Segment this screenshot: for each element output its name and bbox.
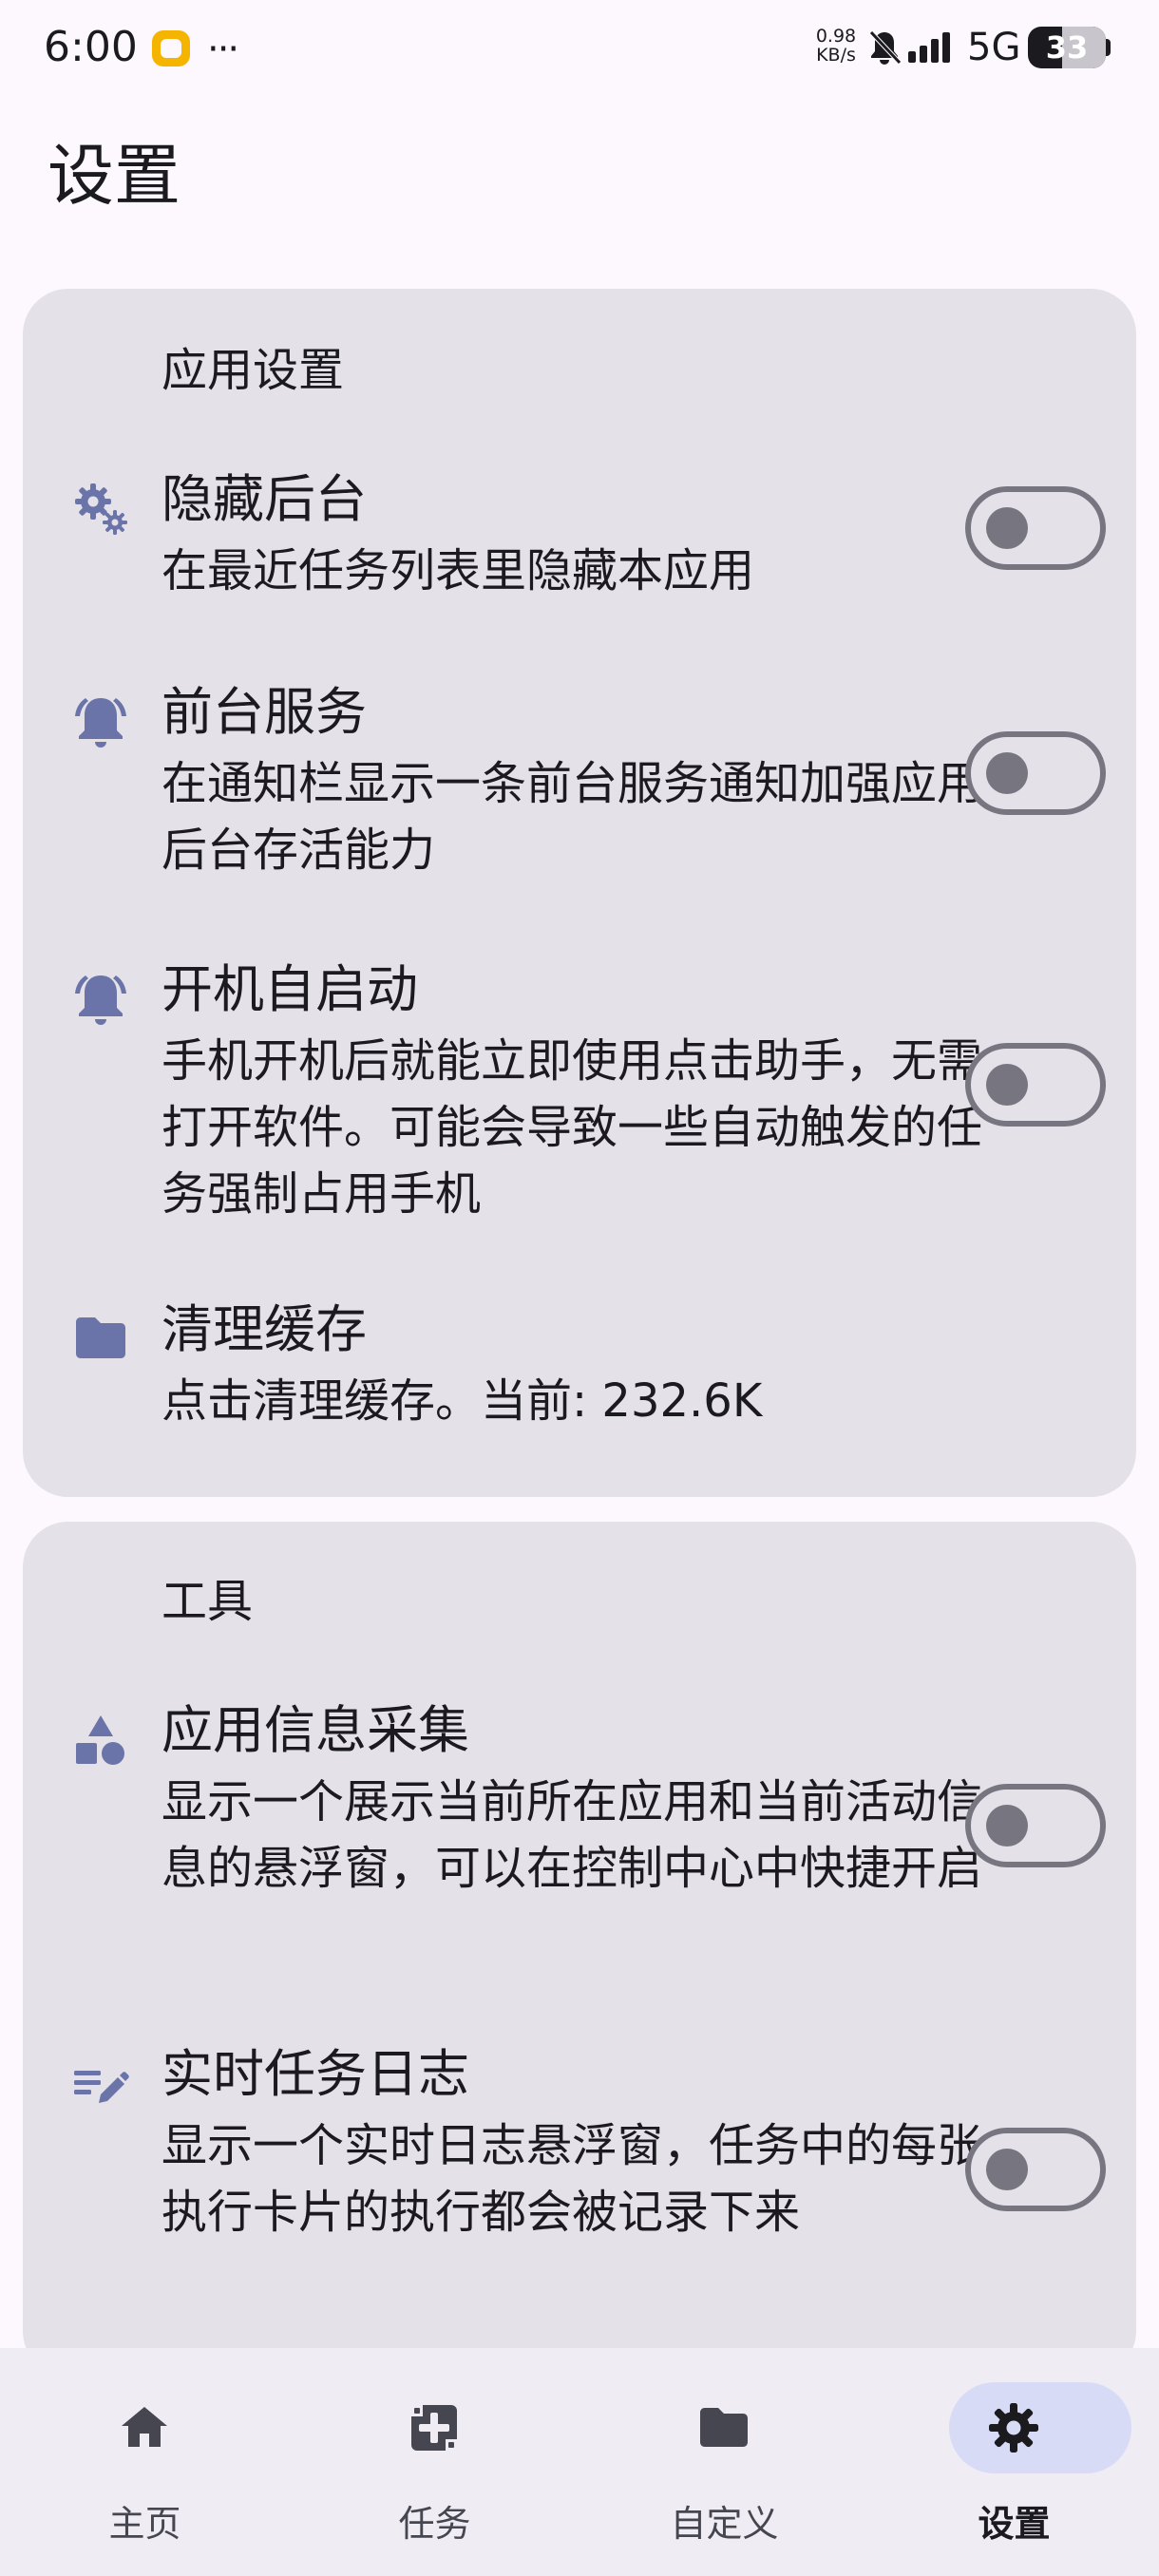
nav-label: 设置 bbox=[978, 2503, 1051, 2545]
setting-description: 手机开机后就能立即使用点击助手，无需打开软件。可能会导致一些自动触发的任务强制占… bbox=[162, 1034, 983, 1221]
battery-icon: 33 bbox=[1028, 27, 1106, 68]
section-title-app-settings: 应用设置 bbox=[162, 344, 345, 397]
nav-label: 主页 bbox=[108, 2503, 181, 2545]
nav-home[interactable]: 主页 bbox=[0, 2348, 290, 2576]
battery-level: 33 bbox=[1045, 29, 1089, 66]
home-icon bbox=[116, 2399, 173, 2456]
network-type: 5G bbox=[967, 26, 1021, 69]
setting-description: 显示一个实时日志悬浮窗，任务中的每张执行卡片的执行都会被记录下来 bbox=[162, 2119, 983, 2239]
setting-title: 开机自启动 bbox=[162, 959, 418, 1019]
nav-settings[interactable]: 设置 bbox=[869, 2348, 1159, 2576]
foreground-service-toggle[interactable] bbox=[965, 731, 1106, 815]
more-notifications-icon: ··· bbox=[207, 28, 239, 71]
nav-label: 自定义 bbox=[670, 2503, 779, 2545]
setting-clear-cache[interactable]: 清理缓存 点击清理缓存。当前: 232.6K bbox=[23, 1296, 1136, 1448]
folder-icon bbox=[70, 1309, 131, 1370]
toggle-knob bbox=[986, 752, 1028, 794]
network-speed-unit: KB/s bbox=[816, 45, 856, 66]
edit-note-icon bbox=[70, 2054, 131, 2114]
toggle-knob bbox=[986, 1805, 1028, 1847]
network-speed: 0.98 KB/s bbox=[809, 27, 863, 65]
notification-app-icon bbox=[152, 30, 190, 66]
status-bar: 6:00 ··· 0.98 KB/s 5G 33 bbox=[0, 0, 1159, 95]
setting-description: 在最近任务列表里隐藏本应用 bbox=[162, 544, 755, 597]
setting-description: 点击清理缓存。当前: 232.6K bbox=[162, 1374, 763, 1428]
setting-description: 显示一个展示当前所在应用和当前活动信息的悬浮窗，可以在控制中心中快捷开启 bbox=[162, 1775, 983, 1895]
bell-off-icon bbox=[867, 28, 902, 66]
app-info-collection-toggle[interactable] bbox=[965, 1784, 1106, 1867]
signal-strength-icon bbox=[906, 28, 956, 66]
toggle-knob bbox=[986, 2149, 1028, 2190]
app-settings-card: 应用设置 隐藏后台 在最近任务列表里隐藏本应用 前台服务 在通知栏显示一条前台服… bbox=[23, 289, 1136, 1497]
bell-icon bbox=[70, 969, 131, 1030]
nav-custom[interactable]: 自定义 bbox=[580, 2348, 869, 2576]
network-speed-value: 0.98 bbox=[815, 26, 857, 47]
folder-icon bbox=[695, 2399, 752, 2456]
setting-title: 隐藏后台 bbox=[162, 469, 367, 529]
settings-icon bbox=[985, 2399, 1042, 2456]
nav-label: 任务 bbox=[398, 2503, 471, 2545]
realtime-task-log-toggle[interactable] bbox=[965, 2128, 1106, 2211]
bottom-navigation: 主页 任务 自定义 设置 bbox=[0, 2348, 1159, 2576]
setting-title: 前台服务 bbox=[162, 682, 367, 742]
setting-title: 清理缓存 bbox=[162, 1299, 367, 1359]
setting-title: 实时任务日志 bbox=[162, 2044, 469, 2104]
status-time: 6:00 bbox=[44, 23, 138, 71]
toggle-knob bbox=[986, 507, 1028, 549]
section-title-tools: 工具 bbox=[162, 1575, 254, 1628]
hide-background-toggle[interactable] bbox=[965, 486, 1106, 570]
bell-icon bbox=[70, 691, 131, 752]
toggle-knob bbox=[986, 1064, 1028, 1106]
tools-card: 工具 应用信息采集 显示一个展示当前所在应用和当前活动信息的悬浮窗，可以在控制中… bbox=[23, 1522, 1136, 2377]
battery-cap bbox=[1106, 39, 1111, 56]
setting-description: 在通知栏显示一条前台服务通知加强应用后台存活能力 bbox=[162, 757, 983, 877]
setting-title: 应用信息采集 bbox=[162, 1700, 469, 1760]
task-icon bbox=[406, 2399, 463, 2456]
auto-start-toggle[interactable] bbox=[965, 1043, 1106, 1127]
page-title: 设置 bbox=[48, 137, 180, 215]
shapes-icon bbox=[70, 1710, 131, 1771]
nav-tasks[interactable]: 任务 bbox=[290, 2348, 580, 2576]
gears-icon bbox=[70, 479, 131, 540]
